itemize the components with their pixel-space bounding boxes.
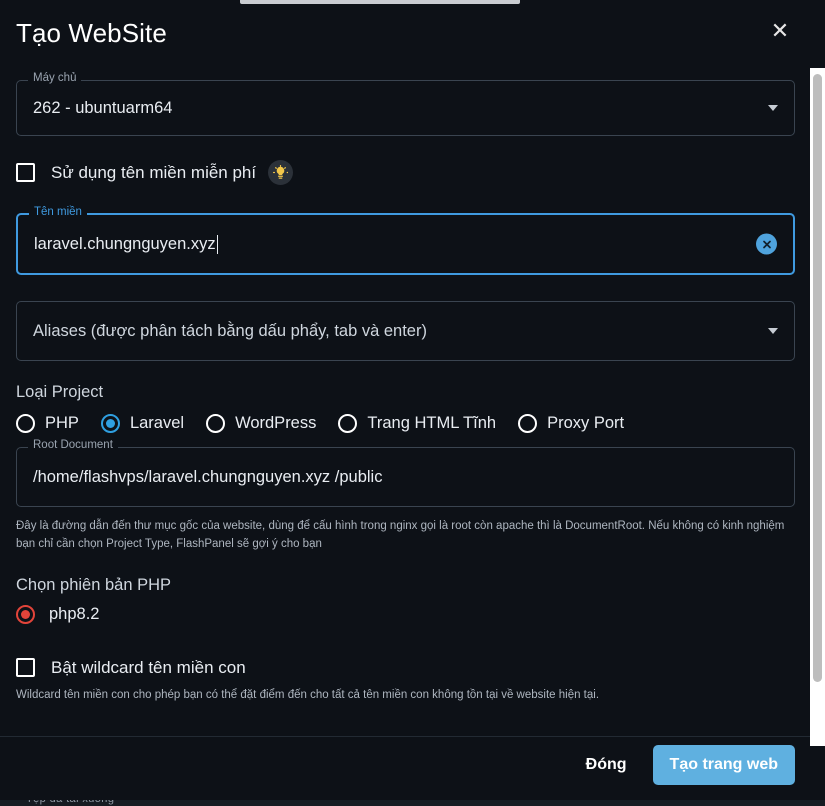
root-document-helper: Đây là đường dẫn đến thư mục gốc của web… [16,520,785,551]
server-select[interactable]: Máy chủ 262 - ubuntuarm64 [16,72,795,136]
project-type-option-label: PHP [45,414,79,432]
wildcard-helper: Wildcard tên miền con cho phép bạn có th… [16,688,600,701]
server-select-value: 262 - ubuntuarm64 [33,98,173,117]
project-type-title: Loại Project [16,383,104,401]
root-document-legend: Root Document [28,439,118,452]
radio-icon [16,604,35,624]
free-domain-label: Sử dụng tên miền miễn phí [51,162,257,182]
root-document-input-wrapper[interactable]: Root Document /home/flashvps/laravel.chu… [16,439,795,507]
dialog-body: Máy chủ 262 - ubuntuarm64 Sử dụng tên mi… [0,62,811,746]
aliases-placeholder: Aliases (được phân tách bằng dấu phẩy, t… [33,321,427,340]
dialog-scrollbar-track[interactable] [810,68,825,746]
page-title: Tạo WebSite [16,17,167,48]
radio-icon [338,414,358,433]
domain-input-wrapper[interactable]: Tên miền laravel.chungnguyen.xyz [16,206,795,275]
dialog-scrollbar-thumb[interactable] [813,74,822,682]
root-document-input[interactable]: /home/flashvps/laravel.chungnguyen.xyz /… [17,448,794,506]
domain-input-legend: Tên miền [29,206,87,219]
radio-icon [518,414,538,433]
project-type-option-proxy-port[interactable]: Proxy Port [518,414,624,433]
chevron-down-icon[interactable] [768,105,778,111]
free-domain-row: Sử dụng tên miền miễn phí [16,160,795,185]
php-version-option-label: php8.2 [49,604,100,623]
project-type-option-label: WordPress [235,414,317,432]
radio-icon [100,414,120,433]
project-type-option-label: Trang HTML Tĩnh [367,414,497,432]
project-type-option-php[interactable]: PHP [16,414,79,433]
create-website-dialog: Tạo WebSite ✕ Máy chủ 262 - ubuntuarm64 … [0,4,811,802]
free-domain-checkbox[interactable] [16,163,35,182]
close-button[interactable]: Đóng [574,747,639,783]
lightbulb-icon[interactable] [268,160,294,185]
radio-icon [206,414,226,433]
project-type-option-laravel[interactable]: Laravel [100,414,185,433]
text-caret [216,234,218,254]
domain-input[interactable]: laravel.chungnguyen.xyz [18,215,793,273]
project-type-option-label: Proxy Port [547,414,625,432]
create-website-button[interactable]: Tạo trang web [652,744,795,785]
project-type-option-wordpress[interactable]: WordPress [206,414,316,433]
php-version-option-php82[interactable]: php8.2 [16,604,795,624]
wildcard-label: Bật wildcard tên miền con [51,657,246,677]
project-type-option-static-html[interactable]: Trang HTML Tĩnh [338,414,496,433]
chevron-down-icon[interactable] [768,328,778,334]
wildcard-row: Bật wildcard tên miền con [16,658,795,678]
project-type-radio-group: PHP Laravel WordPress Trang HTML Tĩnh Pr… [16,414,795,433]
dialog-footer: Đóng Tạo trang web [0,736,811,792]
clear-circle-icon[interactable] [756,233,777,255]
screen: Tạo WebSite ✕ Máy chủ 262 - ubuntuarm64 … [0,0,825,806]
php-version-title: Chọn phiên bản PHP [16,575,172,594]
bottom-strip-text: Tệp đã tải xuống [26,800,114,805]
bottom-cutoff-strip: Tệp đã tải xuống [0,800,825,806]
server-select-legend: Máy chủ [28,72,82,85]
domain-input-value: laravel.chungnguyen.xyz [34,234,216,253]
close-icon[interactable]: ✕ [763,14,797,48]
radio-icon [16,414,35,433]
dialog-header: Tạo WebSite ✕ [0,4,811,62]
project-type-option-label: Laravel [129,414,185,432]
aliases-select[interactable]: Aliases (được phân tách bằng dấu phẩy, t… [16,301,795,361]
wildcard-checkbox[interactable] [16,658,35,678]
